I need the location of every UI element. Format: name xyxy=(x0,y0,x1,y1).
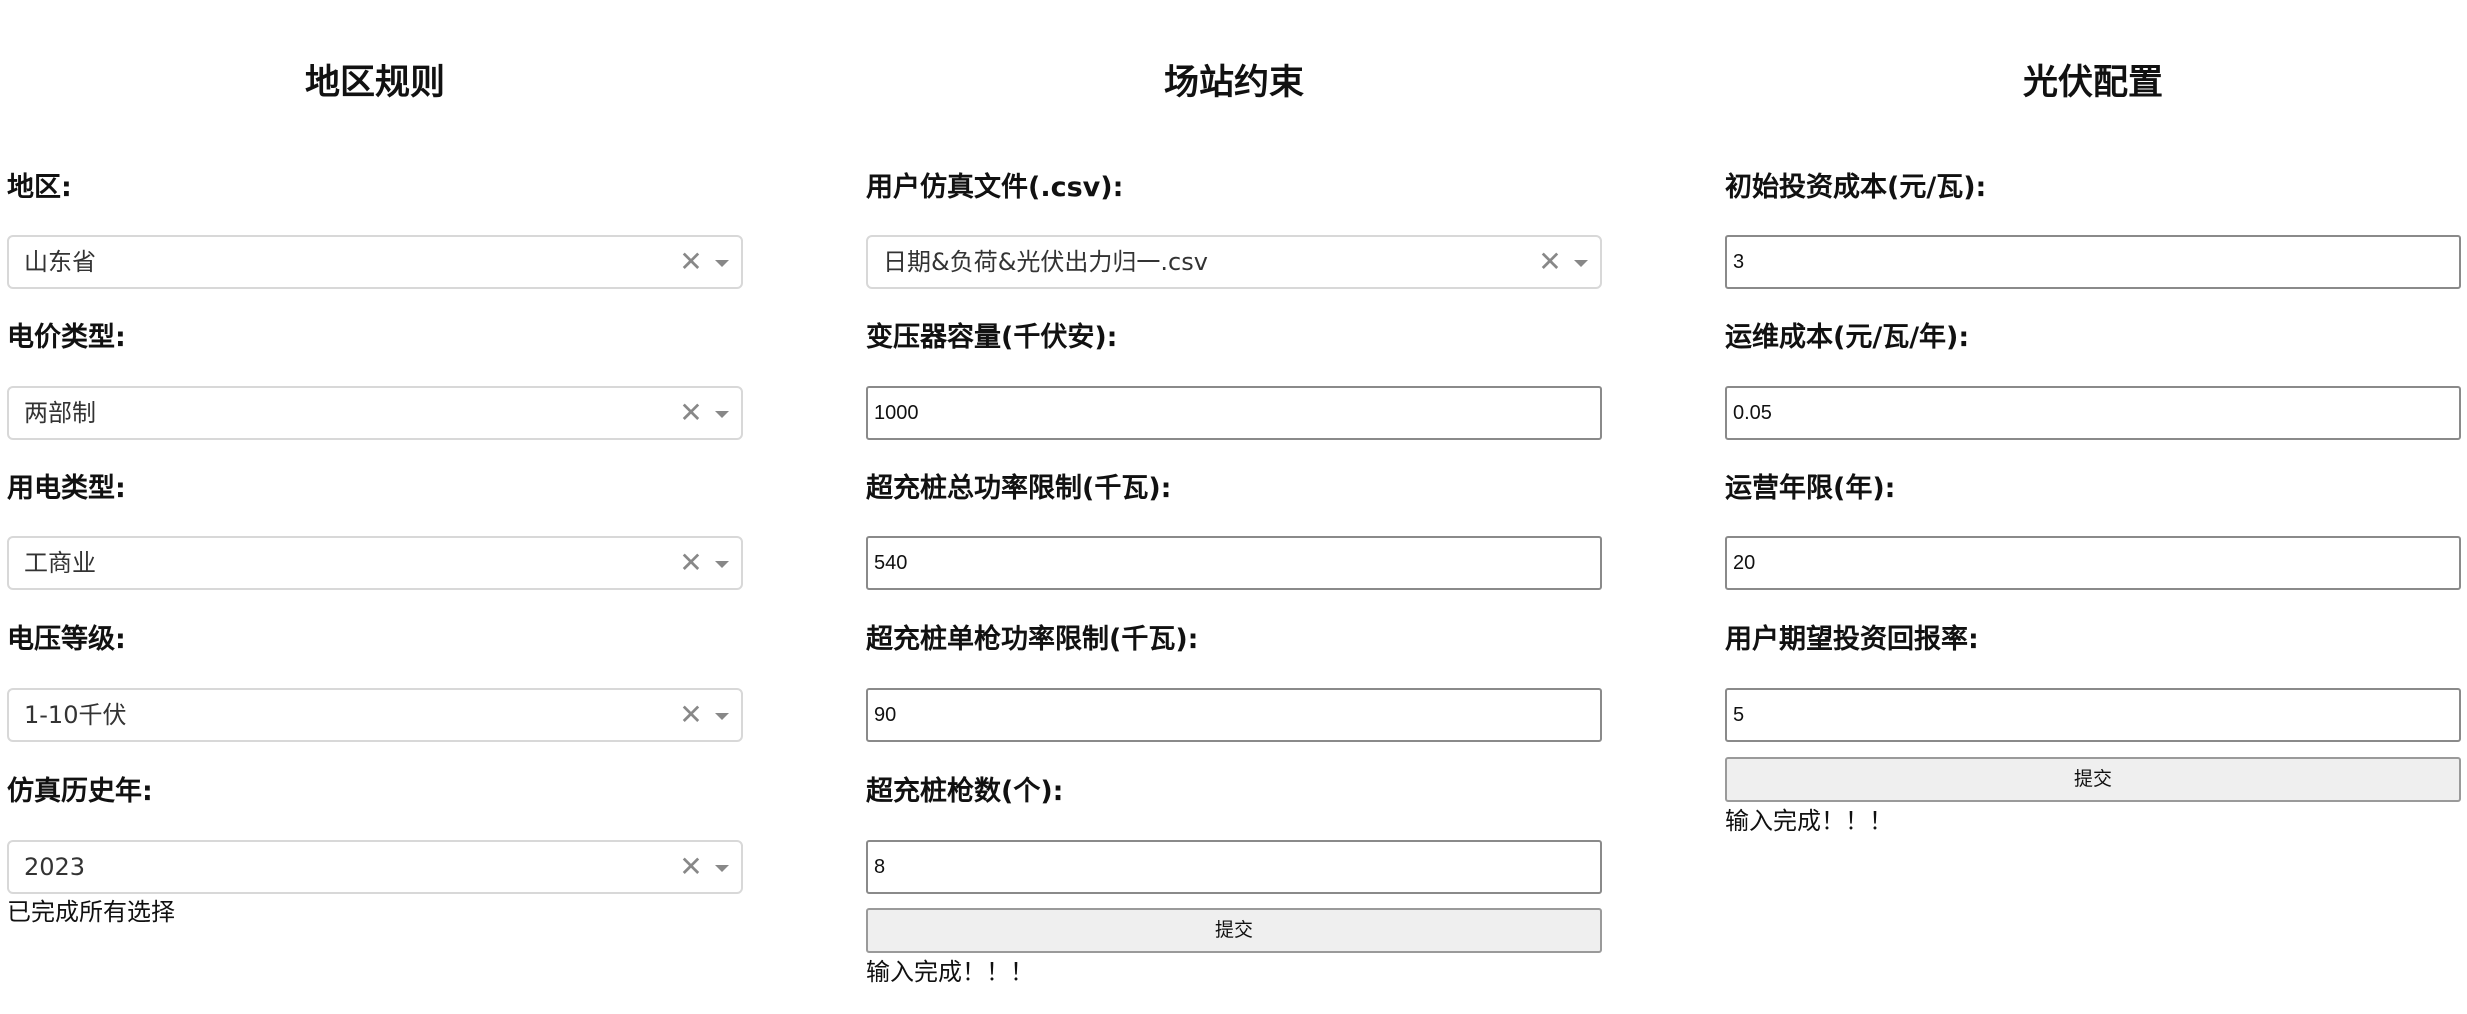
station-constraints-title: 场站约束 xyxy=(1163,63,1304,103)
expected-roi-input[interactable] xyxy=(1725,688,2461,742)
voltage-level-select-value: 1-10千伏 xyxy=(24,701,127,729)
transformer-capacity-label: 变压器容量(千伏安): xyxy=(866,322,1118,353)
om-cost-label: 运维成本(元/瓦/年): xyxy=(1725,322,1970,353)
price-type-select[interactable]: 两部制 ✕ xyxy=(7,386,743,440)
chevron-down-icon[interactable] xyxy=(715,713,729,720)
sim-file-label: 用户仿真文件(.csv): xyxy=(866,172,1124,203)
history-year-select-value: 2023 xyxy=(24,853,86,881)
gun-count-input[interactable] xyxy=(866,840,1602,894)
chevron-down-icon[interactable] xyxy=(715,865,729,872)
close-icon[interactable]: ✕ xyxy=(679,237,703,287)
region-status-text: 已完成所有选择 xyxy=(7,898,175,926)
sim-file-select[interactable]: 日期&负荷&光伏出力归一.csv ✕ xyxy=(866,235,1602,289)
chevron-down-icon[interactable] xyxy=(1574,260,1588,267)
operation-years-input[interactable] xyxy=(1725,536,2461,590)
pv-status-text: 输入完成！！！ xyxy=(1725,807,1893,835)
history-year-select[interactable]: 2023 ✕ xyxy=(7,840,743,894)
region-label: 地区: xyxy=(7,172,72,203)
usage-type-select[interactable]: 工商业 ✕ xyxy=(7,536,743,590)
voltage-level-select[interactable]: 1-10千伏 ✕ xyxy=(7,688,743,742)
close-icon[interactable]: ✕ xyxy=(679,538,703,588)
close-icon[interactable]: ✕ xyxy=(679,690,703,740)
close-icon[interactable]: ✕ xyxy=(1538,237,1562,287)
voltage-level-label: 电压等级: xyxy=(7,624,126,655)
operation-years-label: 运营年限(年): xyxy=(1725,473,1896,504)
close-icon[interactable]: ✕ xyxy=(679,842,703,892)
region-select-value: 山东省 xyxy=(24,248,96,276)
history-year-label: 仿真历史年: xyxy=(7,776,153,807)
initial-cost-label: 初始投资成本(元/瓦): xyxy=(1725,172,1987,203)
station-submit-button[interactable]: 提交 xyxy=(866,908,1602,953)
price-type-label: 电价类型: xyxy=(7,322,126,353)
usage-type-select-value: 工商业 xyxy=(24,549,96,577)
station-status-text: 输入完成！！！ xyxy=(866,958,1034,986)
usage-type-label: 用电类型: xyxy=(7,473,126,504)
single-gun-power-limit-label: 超充桩单枪功率限制(千瓦): xyxy=(866,624,1199,655)
pv-submit-button[interactable]: 提交 xyxy=(1725,757,2461,802)
chevron-down-icon[interactable] xyxy=(715,561,729,568)
close-icon[interactable]: ✕ xyxy=(679,388,703,438)
single-gun-power-limit-input[interactable] xyxy=(866,688,1602,742)
pv-config-title: 光伏配置 xyxy=(2022,63,2163,103)
gun-count-label: 超充桩枪数(个): xyxy=(866,776,1064,807)
expected-roi-label: 用户期望投资回报率: xyxy=(1725,624,1979,655)
sim-file-select-value: 日期&负荷&光伏出力归一.csv xyxy=(883,248,1208,276)
price-type-select-value: 两部制 xyxy=(24,399,96,427)
region-rules-title: 地区规则 xyxy=(304,63,445,103)
transformer-capacity-input[interactable] xyxy=(866,386,1602,440)
region-select[interactable]: 山东省 ✕ xyxy=(7,235,743,289)
chevron-down-icon[interactable] xyxy=(715,411,729,418)
om-cost-input[interactable] xyxy=(1725,386,2461,440)
total-power-limit-input[interactable] xyxy=(866,536,1602,590)
chevron-down-icon[interactable] xyxy=(715,260,729,267)
initial-cost-input[interactable] xyxy=(1725,235,2461,289)
total-power-limit-label: 超充桩总功率限制(千瓦): xyxy=(866,473,1172,504)
